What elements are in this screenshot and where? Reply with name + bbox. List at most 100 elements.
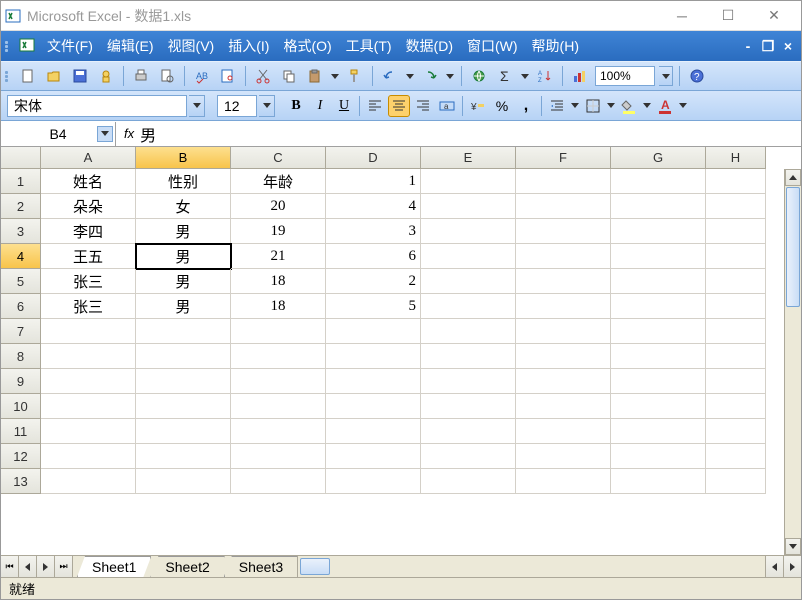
- cell-E10[interactable]: [421, 394, 516, 419]
- merge-center-button[interactable]: a: [436, 95, 458, 117]
- autosum-button[interactable]: Σ: [494, 65, 516, 87]
- percent-button[interactable]: %: [491, 95, 513, 117]
- cell-G13[interactable]: [611, 469, 706, 494]
- col-header-C[interactable]: C: [231, 147, 326, 169]
- name-box-dropdown[interactable]: [97, 126, 113, 142]
- undo-button[interactable]: [379, 65, 401, 87]
- redo-dropdown[interactable]: [445, 74, 455, 79]
- hscroll-track[interactable]: [297, 556, 765, 577]
- close-button[interactable]: ✕: [751, 2, 797, 30]
- sheet-nav-prev[interactable]: [19, 556, 37, 577]
- cell-G11[interactable]: [611, 419, 706, 444]
- cell-C5[interactable]: 18: [231, 269, 326, 294]
- col-header-G[interactable]: G: [611, 147, 706, 169]
- row-header-13[interactable]: 13: [1, 469, 41, 494]
- cell-E8[interactable]: [421, 344, 516, 369]
- cell-D12[interactable]: [326, 444, 421, 469]
- borders-button[interactable]: [582, 95, 604, 117]
- cell-B6[interactable]: 男: [136, 294, 231, 319]
- cell-H11[interactable]: [706, 419, 766, 444]
- row-header-8[interactable]: 8: [1, 344, 41, 369]
- cell-B1[interactable]: 性别: [136, 169, 231, 194]
- print-preview-button[interactable]: [156, 65, 178, 87]
- row-header-5[interactable]: 5: [1, 269, 41, 294]
- cell-D5[interactable]: 2: [326, 269, 421, 294]
- cell-H13[interactable]: [706, 469, 766, 494]
- cell-H12[interactable]: [706, 444, 766, 469]
- cell-A8[interactable]: [41, 344, 136, 369]
- borders-dropdown[interactable]: [606, 103, 616, 108]
- cell-G6[interactable]: [611, 294, 706, 319]
- decrease-indent-button[interactable]: [546, 95, 568, 117]
- zoom-input[interactable]: 100%: [595, 66, 655, 86]
- save-button[interactable]: [69, 65, 91, 87]
- cell-A5[interactable]: 张三: [41, 269, 136, 294]
- cell-C4[interactable]: 21: [231, 244, 326, 269]
- cell-B7[interactable]: [136, 319, 231, 344]
- cell-G5[interactable]: [611, 269, 706, 294]
- cell-A3[interactable]: 李四: [41, 219, 136, 244]
- maximize-button[interactable]: ☐: [705, 2, 751, 30]
- col-header-F[interactable]: F: [516, 147, 611, 169]
- sheet-tab-1[interactable]: Sheet1: [77, 556, 151, 577]
- cell-H8[interactable]: [706, 344, 766, 369]
- row-header-2[interactable]: 2: [1, 194, 41, 219]
- minimize-button[interactable]: ─: [659, 2, 705, 30]
- cell-F1[interactable]: [516, 169, 611, 194]
- spelling-button[interactable]: AB: [191, 65, 213, 87]
- row-header-7[interactable]: 7: [1, 319, 41, 344]
- cell-C11[interactable]: [231, 419, 326, 444]
- cell-B10[interactable]: [136, 394, 231, 419]
- cell-E13[interactable]: [421, 469, 516, 494]
- col-header-D[interactable]: D: [326, 147, 421, 169]
- bold-button[interactable]: B: [285, 95, 307, 117]
- menu-format[interactable]: 格式(O): [277, 34, 337, 58]
- cell-A10[interactable]: [41, 394, 136, 419]
- cell-H4[interactable]: [706, 244, 766, 269]
- cell-G9[interactable]: [611, 369, 706, 394]
- scroll-down-button[interactable]: [785, 538, 801, 555]
- cell-G2[interactable]: [611, 194, 706, 219]
- paste-button[interactable]: [304, 65, 326, 87]
- cell-D11[interactable]: [326, 419, 421, 444]
- menubar-grip[interactable]: [5, 41, 13, 52]
- cell-H5[interactable]: [706, 269, 766, 294]
- cell-B4[interactable]: 男: [136, 244, 231, 269]
- cell-D6[interactable]: 5: [326, 294, 421, 319]
- cell-C2[interactable]: 20: [231, 194, 326, 219]
- cell-E6[interactable]: [421, 294, 516, 319]
- row-header-3[interactable]: 3: [1, 219, 41, 244]
- cell-C1[interactable]: 年龄: [231, 169, 326, 194]
- permission-button[interactable]: [95, 65, 117, 87]
- cell-E1[interactable]: [421, 169, 516, 194]
- cell-E9[interactable]: [421, 369, 516, 394]
- help-button[interactable]: ?: [686, 65, 708, 87]
- cell-E7[interactable]: [421, 319, 516, 344]
- name-box[interactable]: B4: [1, 122, 116, 146]
- cell-A6[interactable]: 张三: [41, 294, 136, 319]
- font-size-input[interactable]: 12: [217, 95, 257, 117]
- cell-G12[interactable]: [611, 444, 706, 469]
- cell-D10[interactable]: [326, 394, 421, 419]
- comma-button[interactable]: ,: [515, 95, 537, 117]
- sort-asc-button[interactable]: AZ: [534, 65, 556, 87]
- cell-D2[interactable]: 4: [326, 194, 421, 219]
- cell-H9[interactable]: [706, 369, 766, 394]
- cell-F7[interactable]: [516, 319, 611, 344]
- cell-C6[interactable]: 18: [231, 294, 326, 319]
- sheet-nav-next[interactable]: [37, 556, 55, 577]
- fill-color-button[interactable]: [618, 95, 640, 117]
- italic-button[interactable]: I: [309, 95, 331, 117]
- cell-E2[interactable]: [421, 194, 516, 219]
- fill-color-dropdown[interactable]: [642, 103, 652, 108]
- cell-E3[interactable]: [421, 219, 516, 244]
- cell-C3[interactable]: 19: [231, 219, 326, 244]
- underline-button[interactable]: U: [333, 95, 355, 117]
- row-header-10[interactable]: 10: [1, 394, 41, 419]
- redo-button[interactable]: [419, 65, 441, 87]
- cell-A4[interactable]: 王五: [41, 244, 136, 269]
- cell-H10[interactable]: [706, 394, 766, 419]
- cell-A12[interactable]: [41, 444, 136, 469]
- sheet-tab-3[interactable]: Sheet3: [224, 556, 298, 577]
- cell-F9[interactable]: [516, 369, 611, 394]
